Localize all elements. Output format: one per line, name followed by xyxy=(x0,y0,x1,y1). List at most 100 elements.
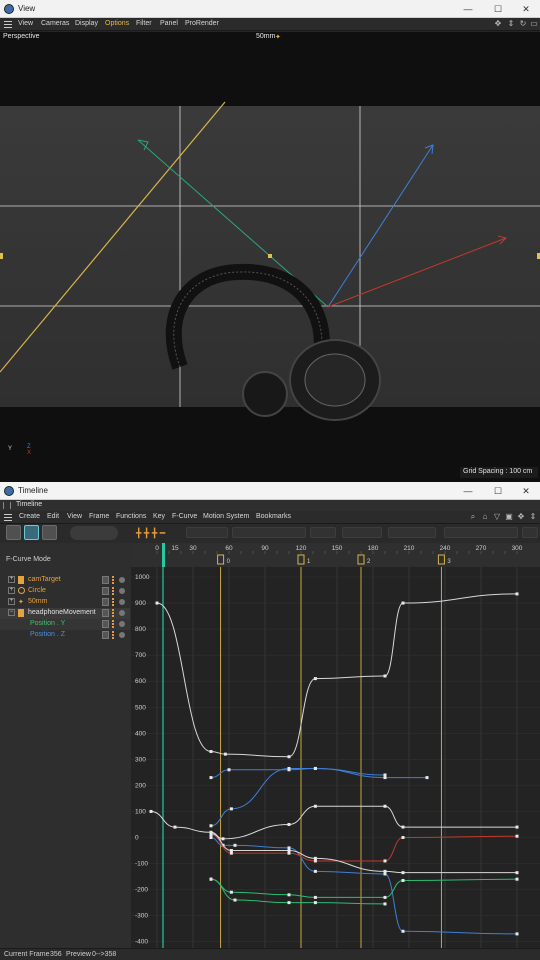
expand-icon[interactable]: + xyxy=(8,576,15,583)
expand-icon[interactable]: + xyxy=(8,598,15,605)
toolbar-field[interactable] xyxy=(522,527,538,538)
cinema4d-app-icon xyxy=(4,4,14,14)
track-dot-icon[interactable] xyxy=(119,610,125,616)
toolbar-field[interactable] xyxy=(388,527,436,538)
track-handle-icon[interactable] xyxy=(112,587,114,595)
f-curve-graph[interactable]: 1000 900 800 700 600 500 400 300 200 100 0 -100 -200… xyxy=(131,567,540,948)
value-label: 700 xyxy=(135,652,146,659)
curve-key-point xyxy=(401,878,405,882)
add-key-icons[interactable]: ╋ ╋ ╋ ━ xyxy=(136,527,182,539)
toolbar-field[interactable] xyxy=(232,527,306,538)
menu-prorender[interactable]: ProRender xyxy=(185,20,219,27)
tree-row-50mm[interactable]: + ✦ 50mm xyxy=(0,597,130,608)
enable-checkbox[interactable] xyxy=(102,631,109,639)
menu-display[interactable]: Display xyxy=(75,20,98,27)
menu-view[interactable]: View xyxy=(67,513,82,520)
tree-row-position-z[interactable]: Position . Z xyxy=(0,630,130,641)
curve-key-point xyxy=(287,849,291,853)
transport-controls[interactable] xyxy=(70,526,118,540)
key-mode-button[interactable] xyxy=(6,525,21,540)
curve-key-point xyxy=(401,601,405,605)
rotate-view-icon[interactable]: ↻ xyxy=(518,19,528,29)
enable-checkbox[interactable] xyxy=(102,587,109,595)
menu-frame[interactable]: Frame xyxy=(89,513,109,520)
maximize-button[interactable]: ☐ xyxy=(486,1,510,17)
menu-create[interactable]: Create xyxy=(19,513,40,520)
close-button[interactable]: ✕ xyxy=(514,483,538,499)
curve-key-point xyxy=(233,898,237,902)
curve-key-point xyxy=(383,804,387,808)
menu-motion-system[interactable]: Motion System xyxy=(203,513,249,520)
dope-sheet-button[interactable] xyxy=(42,525,57,540)
curve-key-point xyxy=(313,901,317,905)
tree-row-camtarget[interactable]: + camTarget xyxy=(0,575,130,586)
layout-icon[interactable]: ▣ xyxy=(504,512,514,522)
track-handle-icon[interactable] xyxy=(112,576,114,584)
curve-key-point xyxy=(233,843,237,847)
move-view-icon[interactable]: ✥ xyxy=(493,19,503,29)
tree-label: Circle xyxy=(28,587,46,594)
track-dot-icon[interactable] xyxy=(119,621,125,627)
menu-cameras[interactable]: Cameras xyxy=(41,20,69,27)
track-handle-icon[interactable] xyxy=(112,609,114,617)
expand-icon[interactable]: + xyxy=(8,587,15,594)
zoom-view-icon[interactable]: ⇕ xyxy=(528,512,538,522)
menu-options[interactable]: Options xyxy=(105,20,129,27)
move-view-icon[interactable]: ✥ xyxy=(516,512,526,522)
collapse-icon[interactable]: − xyxy=(8,609,15,616)
frame-ruler[interactable]: 0 15 30 60 90 120 150 180 210 240 270 300 0 1 2 3 xyxy=(131,543,540,567)
track-handle-icon[interactable] xyxy=(112,620,114,628)
menu-edit[interactable]: Edit xyxy=(47,513,59,520)
track-handle-icon[interactable] xyxy=(112,631,114,639)
hamburger-menu-icon[interactable] xyxy=(4,514,12,521)
menu-functions[interactable]: Functions xyxy=(116,513,146,520)
menu-key[interactable]: Key xyxy=(153,513,165,520)
curve-key-point xyxy=(401,871,405,875)
track-dot-icon[interactable] xyxy=(119,588,125,594)
toolbar-field[interactable] xyxy=(186,527,228,538)
tab-timeline[interactable]: Timeline xyxy=(16,501,42,508)
toolbar-field[interactable] xyxy=(342,527,382,538)
enable-checkbox[interactable] xyxy=(102,609,109,617)
curve-key-point xyxy=(401,825,405,829)
track-dot-icon[interactable] xyxy=(119,599,125,605)
close-button[interactable]: ✕ xyxy=(514,1,538,17)
enable-checkbox[interactable] xyxy=(102,620,109,628)
curve-key-point xyxy=(313,766,317,770)
home-icon[interactable]: ⌂ xyxy=(480,512,490,522)
menu-panel[interactable]: Panel xyxy=(160,20,178,27)
toolbar-field[interactable] xyxy=(310,527,336,538)
curve-key-point xyxy=(209,836,213,839)
toggle-view-icon[interactable]: ▭ xyxy=(529,19,539,29)
minimize-button[interactable]: — xyxy=(456,483,480,499)
menu-bookmarks[interactable]: Bookmarks xyxy=(256,513,291,520)
value-label: 600 xyxy=(135,678,146,685)
menu-view[interactable]: View xyxy=(18,20,33,27)
tree-row-position-y[interactable]: Position . Y xyxy=(0,619,130,630)
search-icon[interactable]: ⌕ xyxy=(468,512,478,522)
curve-key-point xyxy=(209,750,213,754)
maximize-button[interactable]: ☐ xyxy=(486,483,510,499)
f-curve-mode-button[interactable] xyxy=(24,525,39,540)
enable-checkbox[interactable] xyxy=(102,598,109,606)
tree-row-headphonemovement[interactable]: − headphoneMovement xyxy=(0,608,130,619)
track-dot-icon[interactable] xyxy=(119,577,125,583)
minimize-button[interactable]: — xyxy=(456,1,480,17)
curve-key-point xyxy=(313,677,317,681)
ruler-tick-label: 210 xyxy=(404,545,415,552)
zoom-view-icon[interactable]: ⇕ xyxy=(506,19,516,29)
ruler-graphics: 0 15 30 60 90 120 150 180 210 240 270 300 0 1 2 3 xyxy=(155,543,523,567)
track-handle-icon[interactable] xyxy=(112,598,114,606)
curve-key-point xyxy=(313,804,317,808)
tree-row-circle[interactable]: + Circle xyxy=(0,586,130,597)
hamburger-menu-icon[interactable] xyxy=(4,21,12,28)
menu-filter[interactable]: Filter xyxy=(136,20,152,27)
track-dot-icon[interactable] xyxy=(119,632,125,638)
value-label: 300 xyxy=(135,756,146,763)
enable-checkbox[interactable] xyxy=(102,576,109,584)
curve-key-point xyxy=(287,766,291,770)
filter-icon[interactable]: ▽ xyxy=(492,512,502,522)
toolbar-field[interactable] xyxy=(444,527,518,538)
menu-f-curve[interactable]: F-Curve xyxy=(172,513,197,520)
viewport[interactable]: Perspective 50mm ✦ Y Z X Grid Spacing: … xyxy=(0,32,540,482)
